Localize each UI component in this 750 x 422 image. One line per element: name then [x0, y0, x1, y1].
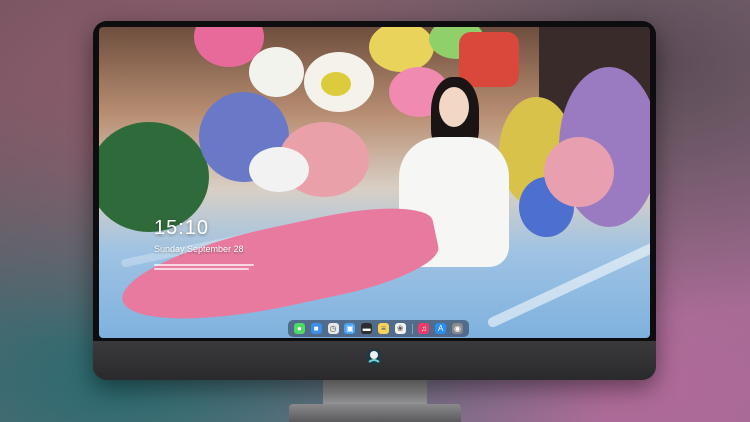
- flower-decoration: [249, 47, 304, 97]
- dock-separator: [411, 323, 413, 334]
- notes-icon[interactable]: ≡: [377, 323, 389, 334]
- flower-decoration: [369, 27, 434, 72]
- plant-decoration: [99, 122, 209, 232]
- notification-preview: [154, 262, 264, 274]
- monitor: 15:10 Sunday September 28 ● ■ ◷ ▣ ▬ ≡ ❀ ♫ A ◉: [93, 21, 656, 380]
- monitor-bezel: 15:10 Sunday September 28 ● ■ ◷ ▣ ▬ ≡ ❀ ♫ A ◉: [93, 21, 656, 341]
- floor-stripe: [486, 235, 650, 329]
- camera-icon[interactable]: ◉: [452, 323, 464, 334]
- finder-icon[interactable]: ■: [310, 323, 322, 334]
- monitor-stand-neck: [323, 380, 427, 406]
- flower-decoration: [321, 72, 351, 96]
- flower-decoration: [459, 32, 519, 87]
- screen-wallpaper: 15:10 Sunday September 28 ● ■ ◷ ▣ ▬ ≡ ❀ ♫ A ◉: [99, 27, 650, 338]
- monitor-chin: [93, 341, 656, 380]
- app-store-icon[interactable]: A: [435, 323, 447, 334]
- apps-icon[interactable]: ▣: [344, 323, 356, 334]
- plant-decoration: [544, 137, 614, 207]
- plant-decoration: [249, 147, 309, 192]
- dock: ● ■ ◷ ▣ ▬ ≡ ❀ ♫ A ◉: [288, 320, 469, 337]
- clock-icon[interactable]: ◷: [327, 323, 339, 334]
- brand-logo-icon: [366, 349, 382, 365]
- messages-icon[interactable]: ●: [293, 323, 305, 334]
- monitor-stand-base: [289, 404, 461, 422]
- person-face: [439, 87, 469, 127]
- lock-screen-date: Sunday September 28: [154, 244, 244, 254]
- photos-icon[interactable]: ❀: [394, 323, 406, 334]
- music-icon[interactable]: ♫: [418, 323, 430, 334]
- lock-screen-time: 15:10: [154, 217, 210, 239]
- clapperboard-icon[interactable]: ▬: [361, 323, 373, 334]
